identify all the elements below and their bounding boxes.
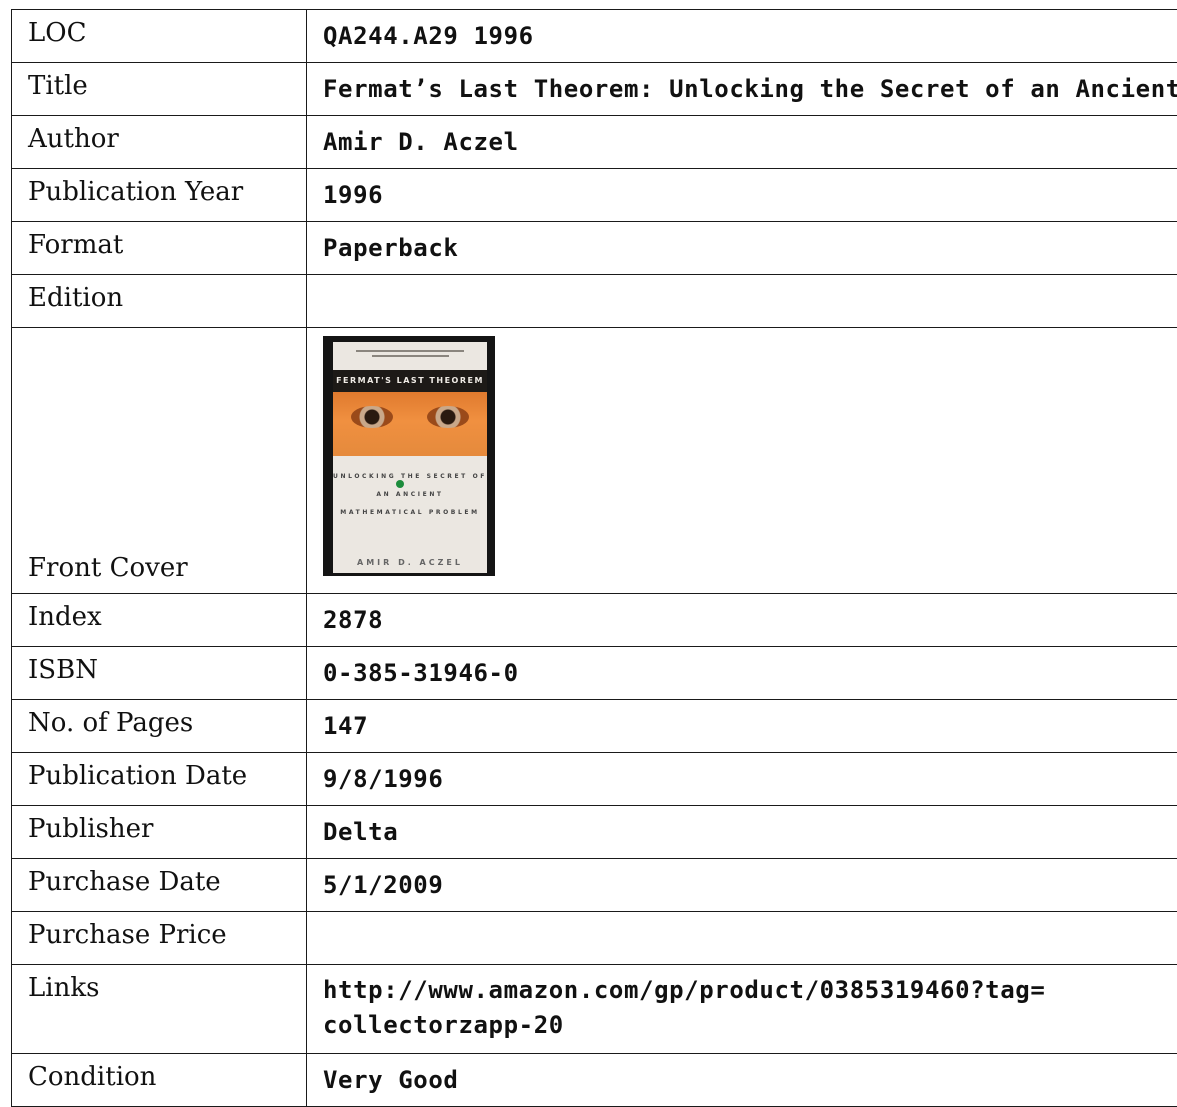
row-loc: LOC QA244.A29 1996 bbox=[12, 10, 1177, 63]
field-label: No. of Pages bbox=[12, 700, 307, 753]
field-label: Edition bbox=[12, 275, 307, 328]
row-title: Title Fermat’s Last Theorem: Unlocking t… bbox=[12, 63, 1177, 116]
cover-author: AMIR D. ACZEL bbox=[333, 558, 487, 567]
field-label: Purchase Date bbox=[12, 859, 307, 912]
green-dot-icon bbox=[396, 480, 404, 488]
field-label: Title bbox=[12, 63, 307, 116]
field-value: 0-385-31946-0 bbox=[307, 647, 1177, 700]
row-front-cover: Front Cover FERMAT'S LAST THEOREM UNLOCK… bbox=[12, 328, 1177, 594]
row-index: Index 2878 bbox=[12, 594, 1177, 647]
field-label: Index bbox=[12, 594, 307, 647]
field-value: Very Good bbox=[307, 1054, 1177, 1107]
cover-band-title: FERMAT'S LAST THEOREM bbox=[333, 370, 487, 392]
field-label: Condition bbox=[12, 1054, 307, 1107]
row-isbn: ISBN 0-385-31946-0 bbox=[12, 647, 1177, 700]
cover-subtitle: UNLOCKING THE SECRET OF AN ANCIENT MATHE… bbox=[333, 468, 487, 522]
row-author: Author Amir D. Aczel bbox=[12, 116, 1177, 169]
field-value: Fermat’s Last Theorem: Unlocking the Sec… bbox=[307, 63, 1177, 116]
field-value: 2878 bbox=[307, 594, 1177, 647]
field-value: 1996 bbox=[307, 169, 1177, 222]
cover-blurb bbox=[333, 347, 487, 369]
field-value: 5/1/2009 bbox=[307, 859, 1177, 912]
field-value: 9/8/1996 bbox=[307, 753, 1177, 806]
row-publisher: Publisher Delta bbox=[12, 806, 1177, 859]
row-purchase-price: Purchase Price bbox=[12, 912, 1177, 965]
row-publication-date: Publication Date 9/8/1996 bbox=[12, 753, 1177, 806]
field-value bbox=[307, 275, 1177, 328]
field-value: 147 bbox=[307, 700, 1177, 753]
field-label: Format bbox=[12, 222, 307, 275]
row-purchase-date: Purchase Date 5/1/2009 bbox=[12, 859, 1177, 912]
field-value: Delta bbox=[307, 806, 1177, 859]
row-pages: No. of Pages 147 bbox=[12, 700, 1177, 753]
field-label: Links bbox=[12, 965, 307, 1054]
field-label: ISBN bbox=[12, 647, 307, 700]
front-cover-image: FERMAT'S LAST THEOREM UNLOCKING THE SECR… bbox=[323, 336, 495, 576]
book-details-table: LOC QA244.A29 1996 Title Fermat’s Last T… bbox=[11, 9, 1177, 1107]
row-edition: Edition bbox=[12, 275, 1177, 328]
field-label: Publication Year bbox=[12, 169, 307, 222]
link-value[interactable]: http://www.amazon.com/gp/product/0385319… bbox=[307, 965, 1177, 1054]
eye-icon bbox=[427, 406, 469, 428]
row-format: Format Paperback bbox=[12, 222, 1177, 275]
field-value bbox=[307, 912, 1177, 965]
eye-icon bbox=[351, 406, 393, 428]
field-value: FERMAT'S LAST THEOREM UNLOCKING THE SECR… bbox=[307, 328, 1177, 594]
link-line[interactable]: collectorzapp-20 bbox=[323, 1008, 1177, 1043]
field-label: Publisher bbox=[12, 806, 307, 859]
field-value: Paperback bbox=[307, 222, 1177, 275]
cover-eyes-art bbox=[333, 392, 487, 456]
field-label: Publication Date bbox=[12, 753, 307, 806]
row-publication-year: Publication Year 1996 bbox=[12, 169, 1177, 222]
row-links: Links http://www.amazon.com/gp/product/0… bbox=[12, 965, 1177, 1054]
field-value: QA244.A29 1996 bbox=[307, 10, 1177, 63]
field-label: Purchase Price bbox=[12, 912, 307, 965]
field-value: Amir D. Aczel bbox=[307, 116, 1177, 169]
field-label: Author bbox=[12, 116, 307, 169]
field-label: LOC bbox=[12, 10, 307, 63]
row-condition: Condition Very Good bbox=[12, 1054, 1177, 1107]
field-label: Front Cover bbox=[12, 328, 307, 594]
link-line[interactable]: http://www.amazon.com/gp/product/0385319… bbox=[323, 973, 1177, 1008]
